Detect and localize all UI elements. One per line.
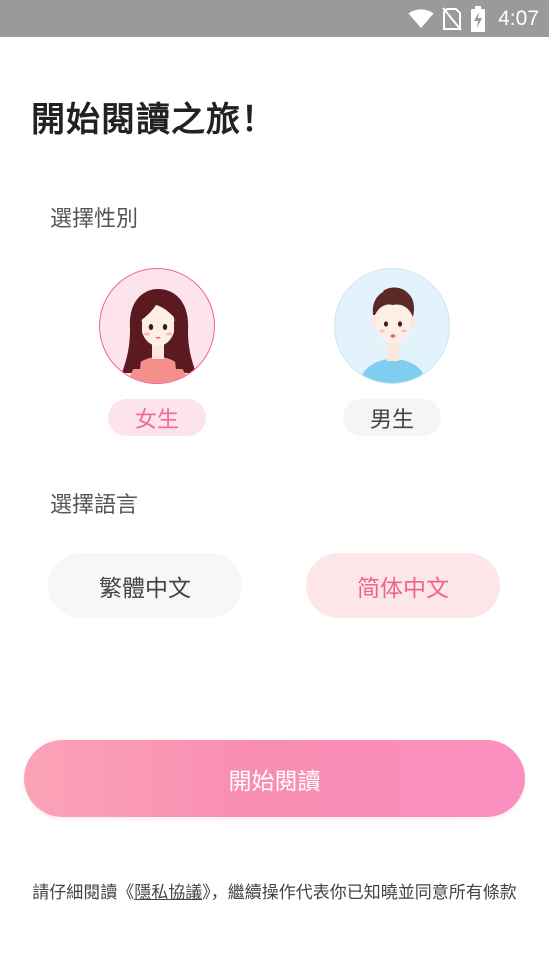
status-bar: 4:07	[0, 0, 549, 37]
language-simplified-button[interactable]: 简体中文	[306, 553, 500, 618]
gender-section-label: 選擇性別	[50, 207, 139, 232]
no-sim-icon	[442, 6, 462, 31]
wifi-icon	[408, 9, 434, 29]
privacy-policy-link[interactable]: 隱私協議	[134, 883, 202, 903]
male-avatar[interactable]	[334, 268, 450, 384]
gender-male-button[interactable]: 男生	[343, 399, 441, 436]
privacy-notice-prefix: 請仔細閱讀《	[32, 883, 135, 903]
privacy-notice-suffix: 》，繼續操作代表你已知曉並同意所有條款	[202, 883, 517, 903]
language-section-label: 選擇語言	[50, 493, 139, 518]
page-title: 開始閱讀之旅！	[31, 100, 276, 140]
privacy-notice: 請仔細閱讀《隱私協議》，繼續操作代表你已知曉並同意所有條款	[20, 882, 529, 904]
female-avatar[interactable]	[99, 268, 215, 384]
start-reading-button[interactable]: 開始閱讀	[24, 740, 525, 817]
battery-charging-icon	[470, 5, 486, 32]
gender-female-button[interactable]: 女生	[108, 399, 206, 436]
status-time: 4:07	[498, 6, 539, 30]
language-traditional-button[interactable]: 繁體中文	[48, 553, 242, 618]
